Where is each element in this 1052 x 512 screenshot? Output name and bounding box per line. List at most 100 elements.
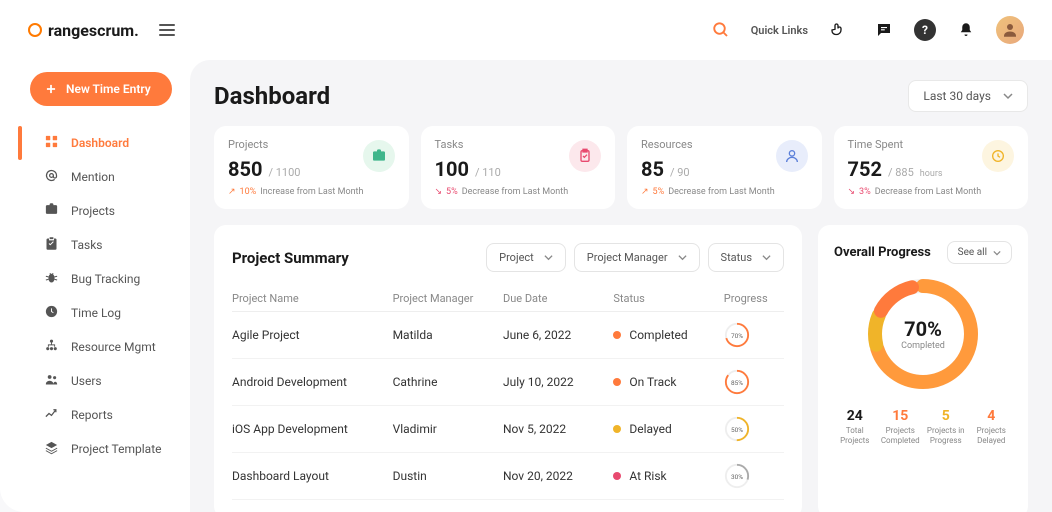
new-time-entry-button[interactable]: New Time Entry <box>30 72 172 106</box>
stat-card-projects: Projects 850 / 1100 ↗ 10% Increase from … <box>214 126 409 209</box>
cell-manager: Vladimir <box>393 422 503 436</box>
sidebar-item-tasks[interactable]: Tasks <box>0 228 190 262</box>
status-dot <box>613 331 621 339</box>
stat-change: ↗ 5% Decrease from Last Month <box>641 187 808 197</box>
cell-progress: 30% <box>724 463 784 489</box>
stat-value: 850 <box>228 157 262 181</box>
status-dot <box>613 472 621 480</box>
chevron-down-icon <box>544 253 553 262</box>
chevron-down-icon <box>678 253 687 262</box>
sidebar-item-label: Bug Tracking <box>71 272 140 286</box>
user-icon <box>776 140 808 172</box>
clock-icon <box>982 140 1014 172</box>
stat-value: 100 <box>435 157 469 181</box>
overall-stat: 4 Projects Delayed <box>971 408 1013 445</box>
overall-title: Overall Progress <box>834 245 931 260</box>
cell-name: Android Development <box>232 375 393 389</box>
sidebar-item-label: Reports <box>71 408 113 422</box>
stat-total: / 110 <box>475 166 501 179</box>
table-row[interactable]: iOS App Development Vladimir Nov 5, 2022… <box>232 406 784 453</box>
clock-icon <box>44 304 59 322</box>
grid-icon <box>44 134 59 152</box>
stat-card-tasks: Tasks 100 / 110 ↘ 5% Decrease from Last … <box>421 126 616 209</box>
overall-stat-label: Projects Delayed <box>971 426 1013 445</box>
overall-stat: 24Total Projects <box>834 408 876 445</box>
sidebar-item-time-log[interactable]: Time Log <box>0 296 190 330</box>
bell-icon[interactable] <box>950 14 982 46</box>
tree-icon <box>44 338 59 356</box>
sidebar-item-reports[interactable]: Reports <box>0 398 190 432</box>
help-icon[interactable]: ? <box>914 19 936 41</box>
content: Dashboard Last 30 days Projects 850 / 11… <box>190 60 1052 512</box>
status-dot <box>613 425 621 433</box>
chevron-down-icon <box>993 249 1001 257</box>
chevron-down-icon <box>1003 91 1013 101</box>
status-dot <box>613 378 621 386</box>
sidebar-item-label: Dashboard <box>71 136 129 150</box>
overall-stat-num: 4 <box>971 408 1013 424</box>
stat-total: / 1100 <box>268 166 300 179</box>
sidebar-item-label: Resource Mgmt <box>71 340 156 354</box>
quick-links-link[interactable]: Quick Links <box>751 24 808 37</box>
cell-date: July 10, 2022 <box>503 375 613 389</box>
overall-stat-num: 24 <box>834 408 876 424</box>
chevron-down-icon <box>762 253 771 262</box>
chat-icon[interactable] <box>868 14 900 46</box>
sidebar-item-label: Users <box>71 374 102 388</box>
bug-icon <box>44 270 59 288</box>
donut-label: Completed <box>901 341 945 351</box>
sidebar-item-project-template[interactable]: Project Template <box>0 432 190 466</box>
users-icon <box>44 372 59 390</box>
filter-project[interactable]: Project <box>486 243 566 272</box>
search-icon[interactable] <box>705 14 737 46</box>
cell-date: Nov 20, 2022 <box>503 469 613 483</box>
stat-card-resources: Resources 85 / 90 ↗ 5% Decrease from Las… <box>627 126 822 209</box>
see-all-button[interactable]: See all <box>947 241 1012 264</box>
cell-date: Nov 5, 2022 <box>503 422 613 436</box>
topbar: rangescrum. Quick Links ? <box>0 0 1052 60</box>
stat-value: 85 <box>641 157 664 181</box>
overall-stat: 15Projects Completed <box>880 408 922 445</box>
filter-status[interactable]: Status <box>708 243 784 272</box>
stat-change: ↘ 5% Decrease from Last Month <box>435 187 602 197</box>
filter-project-manager[interactable]: Project Manager <box>574 243 700 272</box>
table-row[interactable]: Android Development Cathrine July 10, 20… <box>232 359 784 406</box>
cell-status: Completed <box>613 328 723 342</box>
briefcase-icon <box>44 202 59 220</box>
overall-stat-label: Projects in Progress <box>925 426 967 445</box>
cell-name: Agile Project <box>232 328 393 342</box>
menu-toggle-icon[interactable] <box>159 24 175 36</box>
overall-stat-label: Projects Completed <box>880 426 922 445</box>
cell-name: iOS App Development <box>232 422 393 436</box>
pointer-icon[interactable] <box>822 14 854 46</box>
donut-percent: 70% <box>904 317 942 341</box>
cell-name: Dashboard Layout <box>232 469 393 483</box>
cell-progress: 70% <box>724 322 784 348</box>
summary-table: Project NameProject ManagerDue DateStatu… <box>232 286 784 500</box>
sidebar-item-resource-mgmt[interactable]: Resource Mgmt <box>0 330 190 364</box>
sidebar-item-dashboard[interactable]: Dashboard <box>0 126 190 160</box>
sidebar-item-projects[interactable]: Projects <box>0 194 190 228</box>
logo[interactable]: rangescrum. <box>28 21 139 40</box>
cell-status: On Track <box>613 375 723 389</box>
table-row[interactable]: Dashboard Layout Dustin Nov 20, 2022 At … <box>232 453 784 500</box>
sidebar-item-label: Time Log <box>71 306 121 320</box>
avatar[interactable] <box>996 16 1024 44</box>
sidebar-item-users[interactable]: Users <box>0 364 190 398</box>
page-title: Dashboard <box>214 82 330 110</box>
trend-icon <box>44 406 59 424</box>
sidebar-item-label: Project Template <box>71 442 162 456</box>
stat-total: / 885 <box>888 166 914 179</box>
summary-title: Project Summary <box>232 249 476 267</box>
period-select[interactable]: Last 30 days <box>908 80 1028 112</box>
stat-change: ↗ 10% Increase from Last Month <box>228 187 395 197</box>
sidebar-item-mention[interactable]: Mention <box>0 160 190 194</box>
table-row[interactable]: Agile Project Matilda June 6, 2022 Compl… <box>232 312 784 359</box>
project-summary-card: Project Summary Project Project Manager St… <box>214 225 802 512</box>
stat-unit: hours <box>920 169 943 179</box>
sidebar-item-label: Projects <box>71 204 115 218</box>
cell-date: June 6, 2022 <box>503 328 613 342</box>
sidebar-item-bug-tracking[interactable]: Bug Tracking <box>0 262 190 296</box>
svg-text:30%: 30% <box>731 473 743 481</box>
stat-value: 752 <box>848 157 882 181</box>
